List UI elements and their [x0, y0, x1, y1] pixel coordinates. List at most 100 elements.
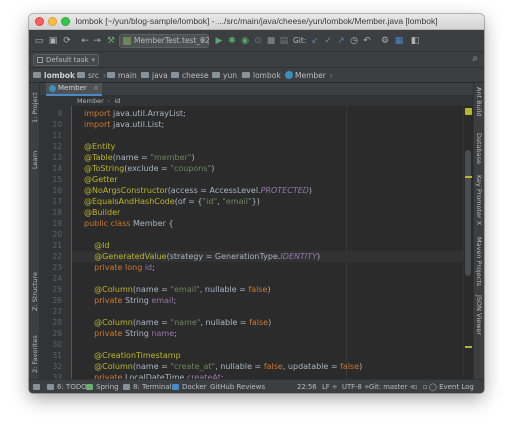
docker-tool-button[interactable]: Docker [172, 383, 207, 391]
tool-window-toggle[interactable] [33, 383, 43, 391]
error-stripe-marker[interactable] [465, 176, 472, 178]
run-config-select[interactable]: MemberTest.test_02 ▾ [119, 34, 210, 48]
code-line[interactable]: 24 [52, 273, 463, 284]
code-line[interactable]: 33 private LocalDateTime createAt; [52, 372, 463, 379]
attach-icon[interactable]: ▤ [278, 35, 290, 47]
stop-icon[interactable]: ■ [265, 35, 277, 47]
json-viewer-tool-button[interactable]: JSON Viewer [475, 295, 483, 335]
code-editor[interactable]: 9 import java.util.ArrayList; 10 import jav… [40, 106, 473, 379]
code-line[interactable]: 20 [52, 229, 463, 240]
code-line[interactable]: 10 import java.util.List; [52, 119, 463, 130]
code-line[interactable]: 32 @Column(name = "create_at", nullable … [52, 361, 463, 372]
code-text: @Id [94, 241, 110, 250]
todo-tool-button[interactable]: 6: TODO [47, 383, 87, 391]
default-task-select[interactable]: Default task ▾ [33, 54, 99, 66]
spring-tool-button[interactable]: Spring [86, 383, 119, 391]
code-line[interactable]: 14 @ToString(exclude = "coupons") [52, 163, 463, 174]
editor-scrollbar[interactable] [463, 106, 473, 379]
search-icon[interactable]: ⌕ [472, 53, 478, 64]
code-line[interactable]: 12 @Entity [52, 141, 463, 152]
nav-crumb-lombok[interactable]: lombok› [242, 71, 288, 80]
code-line[interactable]: 26 private String email; [52, 295, 463, 306]
open-folder-icon[interactable]: ▭ [33, 35, 45, 47]
profiler-icon[interactable]: ⊙ [252, 35, 264, 47]
nav-crumb-yun[interactable]: yun› [212, 71, 244, 80]
nav-crumb-src[interactable]: src › [77, 71, 106, 80]
project-tool-button[interactable]: 1: Project [31, 92, 39, 123]
ant-build-tool-button[interactable]: Ant Build [475, 87, 483, 117]
lock-icon[interactable]: ▫ [413, 383, 418, 391]
scrollbar-thumb[interactable] [465, 150, 471, 276]
code-line[interactable]: 28 @Column(name = "name", nullable = fal… [52, 317, 463, 328]
maven-tool-button[interactable]: Maven Projects [475, 237, 483, 286]
code-line[interactable]: 11 [52, 130, 463, 141]
code-line[interactable]: 13 @Table(name = "member") [52, 152, 463, 163]
back-arrow-icon[interactable]: ← [79, 35, 91, 47]
code-text: @Column(name = "email", nullable = false… [94, 285, 271, 294]
run-icon[interactable]: ▶ [213, 35, 225, 47]
code-line[interactable]: 19 public class Member { [52, 218, 463, 229]
code-line[interactable]: 31 @CreationTimestamp [52, 350, 463, 361]
editor-breadcrumb: Member › id [40, 96, 473, 106]
code-text: @NoArgsConstructor(access = AccessLevel.… [84, 186, 313, 195]
code-line[interactable]: 23 private long id; [52, 262, 463, 273]
code-line[interactable]: 15 @Getter [52, 174, 463, 185]
git-commit-icon[interactable]: ✓ [322, 35, 334, 47]
nav-crumb-project[interactable]: lombok› [33, 71, 82, 80]
key-promoter-tool-button[interactable]: Key Promoter X [475, 175, 483, 225]
sdk-icon[interactable]: ◧ [409, 35, 421, 47]
project-structure-icon[interactable]: ▦ [393, 35, 405, 47]
forward-arrow-icon[interactable]: → [91, 35, 103, 47]
nav-crumb-cheese[interactable]: cheese› [171, 71, 216, 80]
revert-icon[interactable]: ↶ [361, 35, 373, 47]
error-stripe-marker[interactable] [465, 346, 472, 348]
status-encoding[interactable]: UTF-8 ÷ [342, 383, 370, 391]
code-text: @Getter [84, 175, 118, 184]
breadcrumb-class[interactable]: Member [77, 97, 104, 105]
history-icon[interactable]: ◷ [348, 35, 360, 47]
save-icon[interactable]: ▣ [47, 35, 59, 47]
code-area[interactable]: 9 import java.util.ArrayList; 10 import jav… [52, 106, 463, 379]
status-line-separator[interactable]: LF ÷ [322, 383, 338, 391]
tab-member[interactable]: Member × [46, 83, 102, 96]
coverage-icon[interactable]: ◉ [239, 35, 251, 47]
folder-icon [77, 72, 85, 78]
code-line[interactable]: 17 @EqualsAndHashCode(of = {"id", "email"… [52, 196, 463, 207]
git-update-icon[interactable]: ↙ [309, 35, 321, 47]
favorites-tool-button[interactable]: 2: Favorites [31, 335, 39, 373]
code-line[interactable]: 30 [52, 339, 463, 350]
code-line[interactable]: 21 @Id [52, 240, 463, 251]
breadcrumb-field[interactable]: id [114, 97, 120, 105]
status-position[interactable]: 22:56 [297, 383, 317, 391]
close-icon[interactable]: × [93, 83, 99, 94]
inspector-icon[interactable]: ▫ [423, 383, 428, 391]
code-text: import java.util.List; [84, 120, 165, 129]
settings-icon[interactable]: ⚙ [379, 35, 391, 47]
git-push-icon[interactable]: ↗ [335, 35, 347, 47]
line-number: 33 [52, 373, 62, 379]
code-line[interactable]: 22 @GeneratedValue(strategy = Generation… [52, 251, 463, 262]
database-tool-button[interactable]: Database [475, 133, 483, 164]
build-hammer-icon[interactable]: ⚒ [105, 35, 117, 47]
line-number: 18 [52, 208, 62, 217]
line-number: 31 [52, 351, 62, 360]
code-line[interactable]: 29 private String name; [52, 328, 463, 339]
folder-icon [212, 72, 220, 78]
status-git-branch[interactable]: Git: master ÷ [369, 383, 415, 391]
event-log-tool-button[interactable]: ◯ Event Log [429, 383, 474, 391]
code-line[interactable]: 25 @Column(name = "email", nullable = fa… [52, 284, 463, 295]
nav-crumb-main[interactable]: main› [107, 71, 144, 80]
terminal-tool-button[interactable]: 8: Terminal [123, 383, 172, 391]
nav-crumb-member[interactable]: Member › [285, 71, 333, 80]
code-text: @Builder [84, 208, 121, 217]
sync-icon[interactable]: ⟳ [61, 35, 73, 47]
github-reviews-tool-button[interactable]: GitHub Reviews [210, 383, 265, 391]
code-line[interactable]: 9 import java.util.ArrayList; [57, 108, 463, 119]
structure-tool-button[interactable]: Z: Structure [31, 272, 39, 311]
code-line[interactable]: 16 @NoArgsConstructor(access = AccessLeve… [52, 185, 463, 196]
code-line[interactable]: 18 @Builder [52, 207, 463, 218]
code-line[interactable]: 27 [52, 306, 463, 317]
learn-tool-button[interactable]: Learn [31, 151, 39, 169]
debug-icon[interactable]: ✱ [226, 35, 238, 47]
nav-crumb-java[interactable]: java› [141, 71, 175, 80]
